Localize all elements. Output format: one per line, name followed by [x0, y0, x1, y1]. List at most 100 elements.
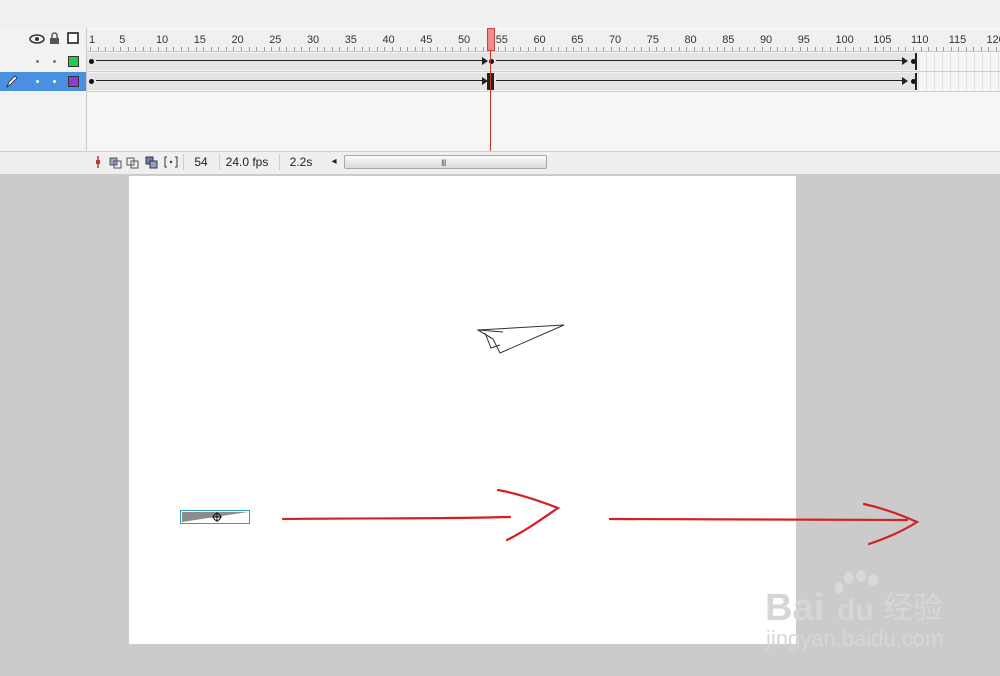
horizontal-scrollbar[interactable]: III	[344, 155, 547, 169]
ruler-tick-label: 25	[269, 34, 282, 46]
ruler-tick	[867, 47, 869, 51]
tween-arrow	[496, 60, 904, 61]
layer-color-swatch[interactable]	[68, 76, 79, 87]
ruler-tick	[928, 47, 930, 51]
watermark-url: jingyan.baidu.com	[766, 626, 944, 651]
ruler-tick	[535, 47, 537, 51]
lock-dot[interactable]	[53, 80, 56, 83]
visibility-dot[interactable]	[36, 60, 39, 63]
tween-arrowhead	[902, 77, 908, 85]
ruler-tick	[324, 47, 326, 51]
layer-row-2[interactable]	[0, 72, 86, 91]
ruler-tick	[384, 47, 386, 51]
frame-rate-field[interactable]: 24.0 fps	[219, 154, 274, 170]
layer-color-swatch[interactable]	[68, 56, 79, 67]
ruler-tick	[218, 47, 220, 51]
ruler-tick-label: 90	[759, 34, 773, 46]
scroll-left-button[interactable]: ◂	[327, 154, 341, 170]
frames-layer-1[interactable]	[87, 52, 1000, 72]
ruler-tick-label: 5	[119, 34, 126, 46]
visibility-dot[interactable]	[36, 80, 39, 83]
ruler-tick	[392, 47, 393, 51]
ruler-tick	[716, 47, 718, 51]
layer-row-1[interactable]	[0, 52, 86, 71]
ruler-tick	[165, 47, 167, 51]
ruler-tick	[543, 47, 544, 51]
ruler-tick	[882, 47, 884, 51]
ruler-tick-label: 15	[193, 34, 206, 46]
ruler-tick	[709, 47, 711, 51]
ruler-tick	[761, 47, 763, 51]
frame-ruler[interactable]: 1 5 10 15 20 25 30 35 40 45 50 55 60 65 70 75 80 85 90 95 10…	[87, 30, 1000, 52]
modify-onion-markers-icon[interactable]	[164, 155, 178, 169]
top-strip	[0, 0, 1000, 29]
ruler-tick	[278, 47, 280, 51]
keyframe[interactable]	[89, 79, 94, 84]
ruler-tick	[97, 47, 99, 51]
ruler-tick	[512, 47, 514, 51]
ruler-tick	[399, 47, 401, 51]
ruler-tick	[746, 47, 748, 51]
ruler-tick	[112, 47, 114, 51]
ruler-tick	[980, 47, 982, 51]
ruler-tick	[414, 47, 416, 51]
ruler-tick	[150, 47, 152, 51]
ruler-tick	[225, 47, 227, 51]
end-frame	[915, 73, 917, 90]
frames-layer-2[interactable]	[87, 72, 1000, 92]
annotation-arrow-1	[281, 488, 561, 542]
ruler-tick	[157, 47, 159, 51]
ruler-tick	[180, 47, 182, 51]
baidu-watermark-logo: Bai du 经验	[765, 570, 943, 628]
ruler-tick	[467, 47, 469, 51]
eye-icon[interactable]	[29, 33, 45, 45]
ruler-tick	[233, 47, 235, 51]
edit-multiple-frames-icon[interactable]	[145, 155, 159, 169]
ruler-tick	[301, 47, 303, 51]
ruler-tick	[437, 47, 439, 51]
ruler-tick	[875, 47, 877, 51]
ruler-tick	[943, 47, 945, 51]
ruler-tick	[271, 47, 273, 51]
ruler-tick	[935, 47, 937, 51]
onion-skin-outlines-icon[interactable]	[126, 155, 140, 169]
ruler-tick	[860, 47, 862, 51]
ruler-tick	[407, 47, 409, 51]
center-frame-icon[interactable]	[91, 155, 105, 169]
ruler-tick	[346, 47, 348, 51]
tween-symbol-instance[interactable]	[180, 510, 250, 524]
playhead[interactable]	[487, 28, 495, 51]
ruler-tick	[308, 47, 310, 51]
ruler-tick	[845, 47, 846, 51]
outline-icon[interactable]	[67, 32, 79, 44]
ruler-tick	[814, 47, 816, 51]
ruler-tick	[641, 47, 643, 51]
ruler-tick	[550, 47, 552, 51]
ruler-tick	[142, 47, 144, 51]
timeline-status-bar: 54 24.0 fps 2.2s ◂ III	[0, 151, 1000, 174]
ruler-tick-label: 45	[420, 34, 433, 46]
ruler-tick-label: 85	[722, 34, 735, 46]
ruler-tick	[588, 47, 590, 51]
ruler-tick	[837, 47, 839, 51]
paper-plane-graphic[interactable]	[475, 322, 570, 357]
ruler-tick	[724, 47, 726, 51]
ruler-tick	[565, 47, 567, 51]
ruler-tick	[429, 47, 431, 51]
ruler-tick	[173, 47, 175, 51]
ruler-tick	[188, 47, 190, 51]
ruler-tick	[210, 47, 212, 51]
ruler-tick	[988, 47, 990, 51]
ruler-tick	[694, 47, 695, 51]
ruler-tick	[807, 47, 809, 51]
ruler-tick	[912, 47, 914, 51]
stage[interactable]	[129, 176, 796, 644]
keyframe[interactable]	[89, 59, 94, 64]
lock-dot[interactable]	[53, 60, 56, 63]
tween-arrow	[96, 80, 486, 81]
pencil-icon	[6, 75, 18, 89]
lock-icon[interactable]	[49, 32, 60, 45]
ruler-tick	[293, 47, 295, 51]
onion-skin-icon[interactable]	[109, 155, 123, 169]
ruler-tick	[263, 47, 265, 51]
